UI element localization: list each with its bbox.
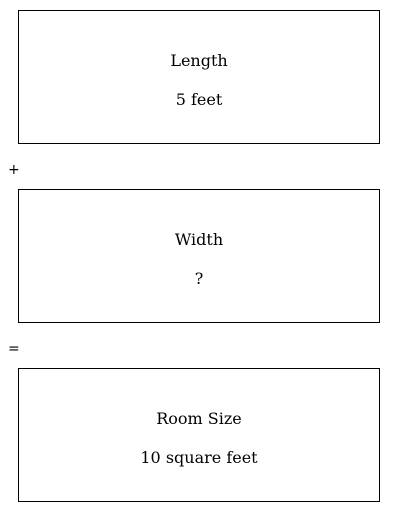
plus-operator: +	[8, 162, 20, 178]
width-value: ?	[194, 269, 204, 288]
width-label: Width	[174, 230, 224, 249]
room-size-label: Room Size	[156, 409, 242, 428]
equals-operator: =	[8, 341, 20, 357]
length-label: Length	[170, 51, 228, 70]
length-value: 5 feet	[175, 90, 223, 109]
room-size-box: Room Size 10 square feet	[18, 368, 380, 502]
width-box: Width ?	[18, 189, 380, 323]
room-size-value: 10 square feet	[140, 448, 258, 467]
length-box: Length 5 feet	[18, 10, 380, 144]
